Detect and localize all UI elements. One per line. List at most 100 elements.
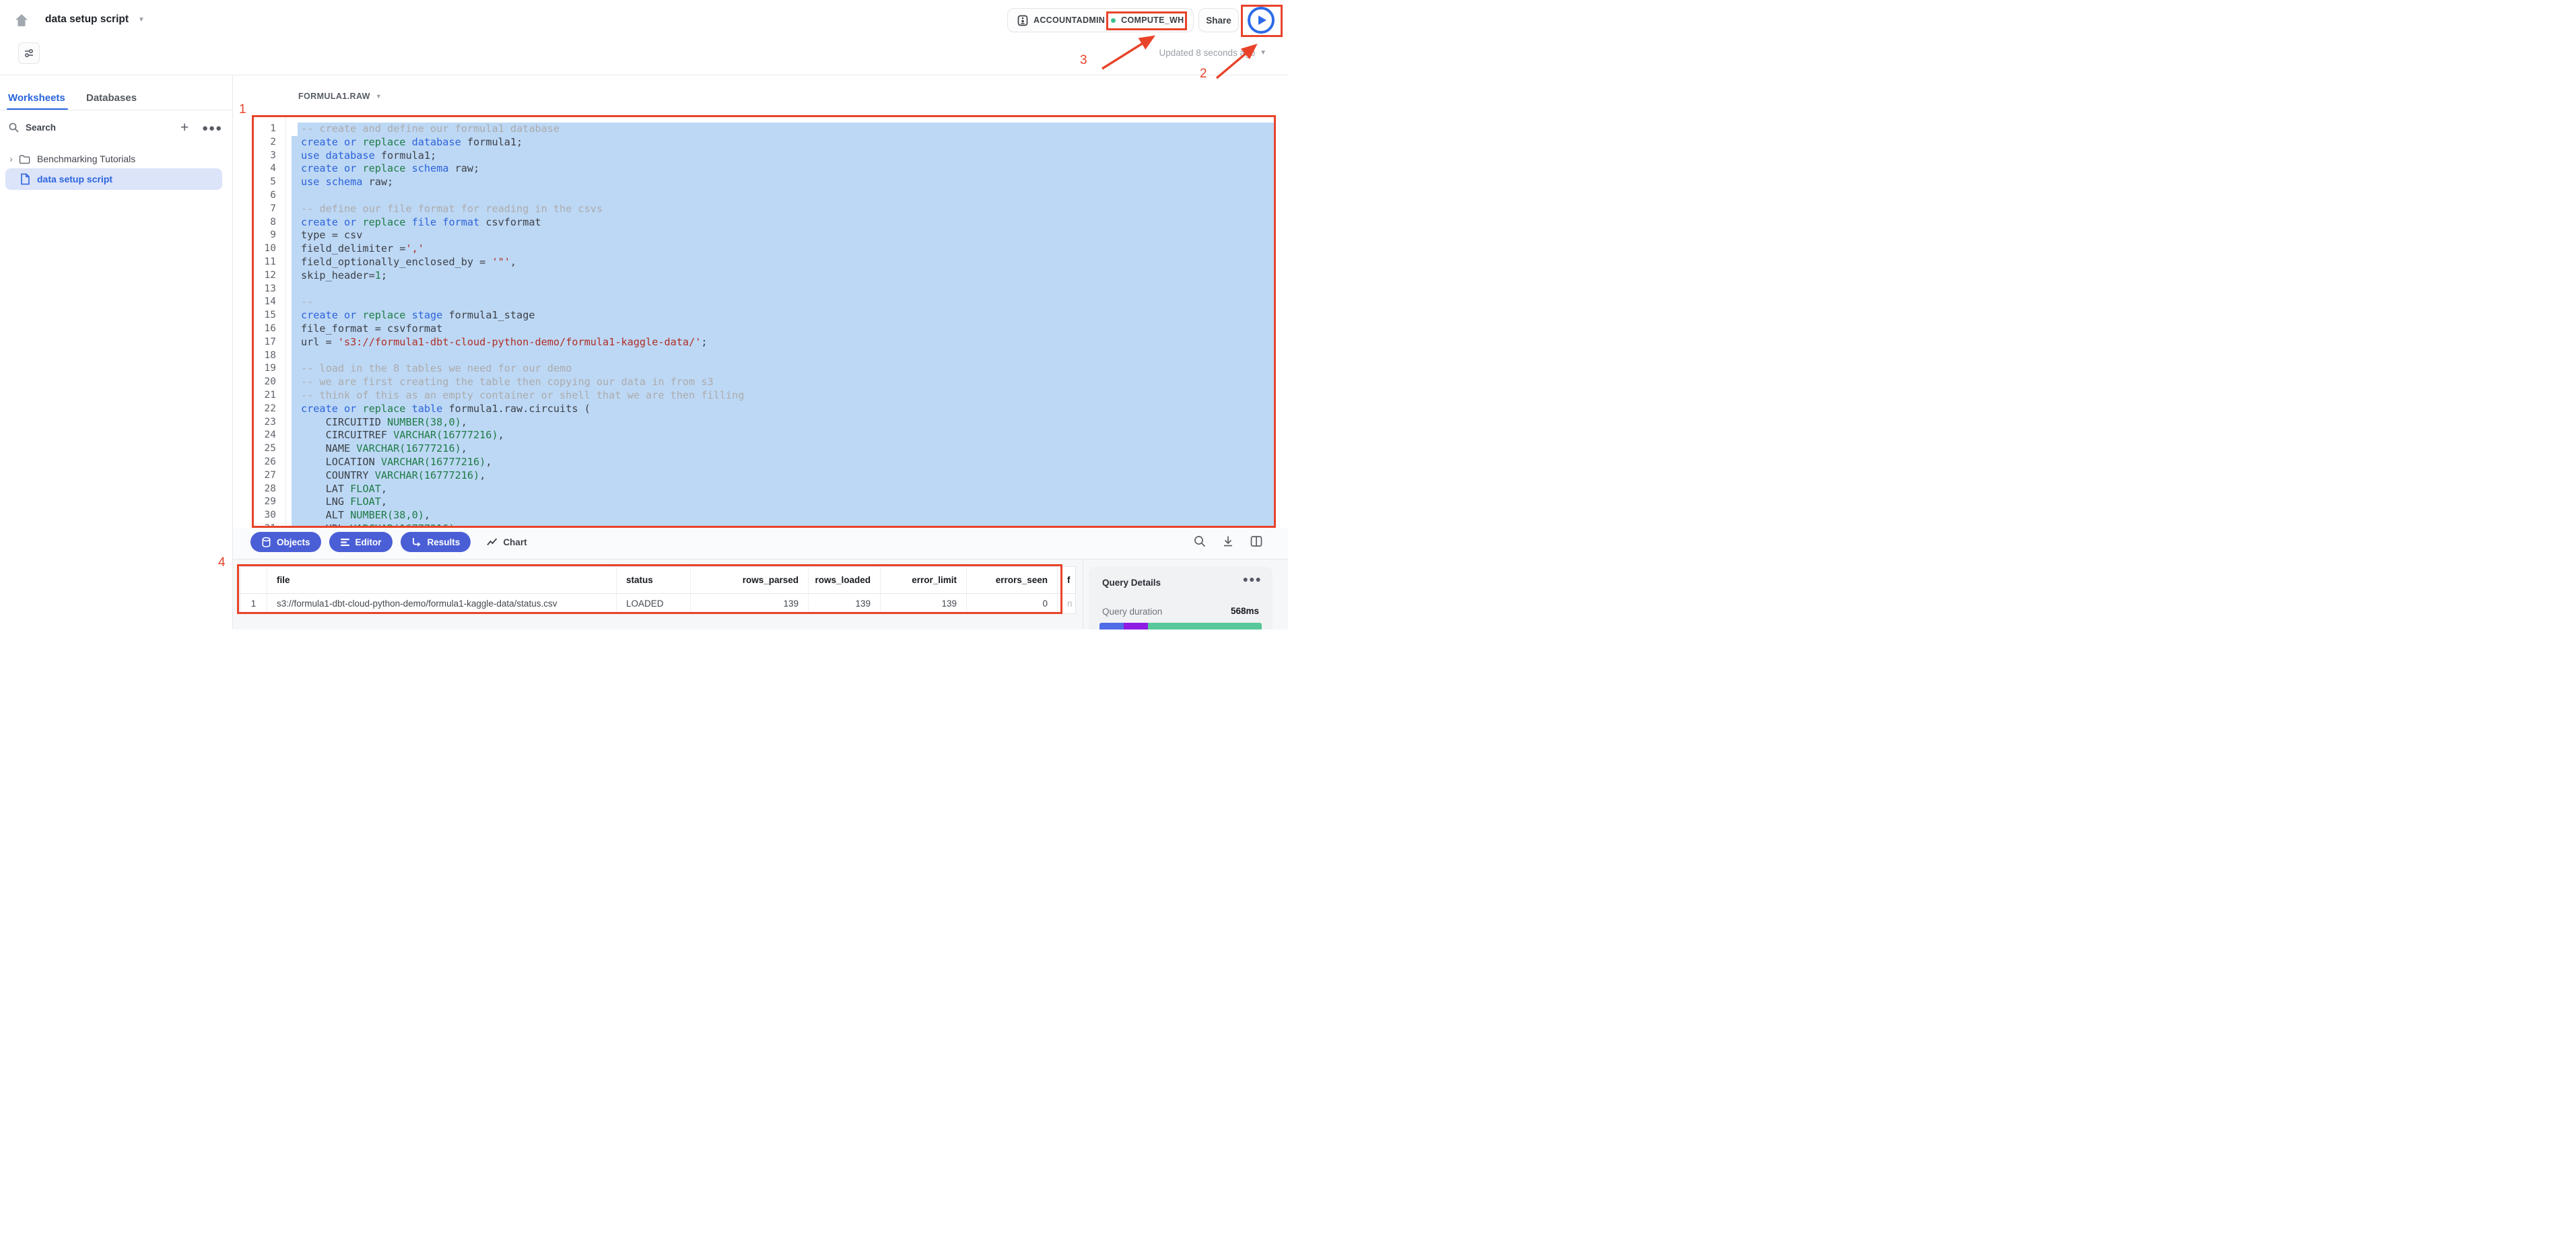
code-line: 16file_format = csvformat	[254, 322, 1274, 336]
code-line: 28 LAT FLOAT,	[254, 483, 1274, 496]
editor-button[interactable]: Editor	[329, 532, 393, 552]
worksheet-item-label: data setup script	[37, 174, 112, 184]
search-results-icon[interactable]	[1193, 535, 1207, 548]
download-icon[interactable]	[1221, 535, 1235, 548]
table-header-row: filestatusrows_parsedrows_loadederror_li…	[240, 567, 1075, 594]
code-line: 22create or replace table formula1.raw.c…	[254, 403, 1274, 416]
role-label: ACCOUNTADMIN	[1033, 15, 1105, 25]
table-cell: 139	[691, 594, 809, 613]
code-line: 25 NAME VARCHAR(16777216),	[254, 442, 1274, 456]
code-line: 19-- load in the 8 tables we need for ou…	[254, 362, 1274, 376]
code-line: 23 CIRCUITID NUMBER(38,0),	[254, 416, 1274, 430]
table-cell: 139	[809, 594, 881, 613]
query-details-panel: Query Details ●●● Query duration 568ms	[1089, 567, 1273, 630]
sql-editor[interactable]: 1-- create and define our formula1 datab…	[254, 123, 1274, 526]
table-row[interactable]: 1s3://formula1-dbt-cloud-python-demo/for…	[240, 594, 1075, 613]
duration-bar-segment	[1124, 623, 1148, 630]
annotation-label-4: 4	[218, 555, 226, 570]
code-line: 3use database formula1;	[254, 149, 1274, 163]
duration-bar-segment	[1148, 623, 1262, 630]
warehouse-status-dot	[1111, 18, 1116, 23]
context-pill[interactable]: ACCOUNTADMIN COMPUTE_WH	[1007, 8, 1194, 32]
code-line: 1-- create and define our formula1 datab…	[254, 123, 1274, 136]
schema-context-selector[interactable]: FORMULA1.RAW ▼	[298, 92, 382, 101]
tab-worksheets[interactable]: Worksheets	[8, 92, 65, 104]
code-line: 26 LOCATION VARCHAR(16777216),	[254, 456, 1274, 469]
updated-status[interactable]: Updated 8 seconds ago ▼	[1159, 48, 1266, 58]
code-line: 14--	[254, 296, 1274, 309]
sidebar-more-button[interactable]: ●●●	[202, 123, 222, 134]
column-header[interactable]: errors_seen	[967, 567, 1058, 593]
sliders-icon	[23, 47, 35, 59]
tab-databases[interactable]: Databases	[86, 92, 137, 104]
results-button[interactable]: Results	[401, 532, 471, 552]
code-line: 2create or replace database formula1;	[254, 136, 1274, 149]
chart-label: Chart	[503, 537, 527, 547]
snowsight-worksheet-app: data setup script ▼ ACCOUNTADMIN COMPUTE…	[0, 0, 1288, 630]
updated-text: Updated 8 seconds ago	[1159, 48, 1255, 58]
run-button[interactable]	[1248, 7, 1275, 34]
share-button[interactable]: Share	[1198, 8, 1239, 32]
results-toolbar: Objects Editor Results Chart	[250, 532, 527, 552]
code-line: 18	[254, 349, 1274, 363]
sidebar-search-input[interactable]: Search	[8, 122, 56, 133]
column-header[interactable]: file	[267, 567, 617, 593]
chart-toggle[interactable]: Chart	[487, 537, 527, 547]
column-header[interactable]	[240, 567, 267, 593]
role-segment[interactable]: ACCOUNTADMIN	[1017, 15, 1105, 26]
objects-button[interactable]: Objects	[250, 532, 321, 552]
code-line: 9type = csv	[254, 229, 1274, 242]
query-details-title: Query Details	[1102, 578, 1161, 588]
schema-context-label: FORMULA1.RAW	[298, 92, 370, 101]
play-icon	[1258, 15, 1266, 25]
annotation-label-2: 2	[1200, 67, 1207, 81]
table-cell: n	[1058, 594, 1076, 613]
code-line: 7-- define our file format for reading i…	[254, 203, 1274, 216]
code-line: 20-- we are first creating the table the…	[254, 376, 1274, 389]
column-header[interactable]: status	[617, 567, 691, 593]
filters-button[interactable]	[18, 42, 40, 64]
code-line: 24 CIRCUITREF VARCHAR(16777216),	[254, 429, 1274, 442]
sidebar-item-folder[interactable]: › Benchmarking Tutorials	[0, 151, 135, 167]
column-header[interactable]: f	[1058, 567, 1076, 593]
worksheet-title[interactable]: data setup script	[45, 13, 129, 26]
duration-bar-segment	[1099, 623, 1124, 630]
new-worksheet-button[interactable]: +	[180, 120, 189, 136]
results-label: Results	[428, 537, 461, 547]
table-cell: 139	[881, 594, 967, 613]
search-icon	[8, 122, 20, 133]
table-cell: LOADED	[617, 594, 691, 613]
code-line: 30 ALT NUMBER(38,0),	[254, 509, 1274, 522]
folder-label: Benchmarking Tutorials	[37, 154, 135, 164]
chart-line-icon	[487, 538, 498, 546]
code-line: 10field_delimiter =','	[254, 242, 1274, 256]
code-line: 6	[254, 189, 1274, 203]
home-icon[interactable]	[13, 12, 30, 28]
split-view-icon[interactable]	[1250, 535, 1263, 548]
title-caret-icon[interactable]: ▼	[138, 16, 145, 24]
column-header[interactable]: rows_loaded	[809, 567, 881, 593]
folder-icon	[19, 154, 30, 164]
editor-label: Editor	[355, 537, 382, 547]
table-cell: 0	[967, 594, 1058, 613]
annotation-label-1: 1	[239, 102, 246, 117]
sidebar-item-worksheet-selected[interactable]: data setup script	[5, 168, 222, 190]
table-cell: 1	[240, 594, 267, 613]
code-line: 17url = 's3://formula1-dbt-cloud-python-…	[254, 336, 1274, 349]
query-details-more-button[interactable]: ●●●	[1243, 574, 1262, 584]
code-line: 5use schema raw;	[254, 176, 1274, 189]
lines-icon	[340, 538, 350, 547]
warehouse-label: COMPUTE_WH	[1121, 15, 1184, 25]
column-header[interactable]: error_limit	[881, 567, 967, 593]
code-line: 27 COUNTRY VARCHAR(16777216),	[254, 469, 1274, 483]
warehouse-segment[interactable]: COMPUTE_WH	[1111, 15, 1184, 25]
query-duration-label: Query duration	[1102, 607, 1162, 617]
objects-label: Objects	[277, 537, 310, 547]
code-line: 12skip_header=1;	[254, 269, 1274, 283]
chevron-right-icon[interactable]: ›	[9, 154, 13, 165]
column-header[interactable]: rows_parsed	[691, 567, 809, 593]
query-duration-bar	[1099, 623, 1262, 630]
code-line: 21-- think of this as an empty container…	[254, 389, 1274, 403]
return-arrow-icon	[411, 537, 422, 547]
code-line: 11field_optionally_enclosed_by = '"',	[254, 256, 1274, 269]
